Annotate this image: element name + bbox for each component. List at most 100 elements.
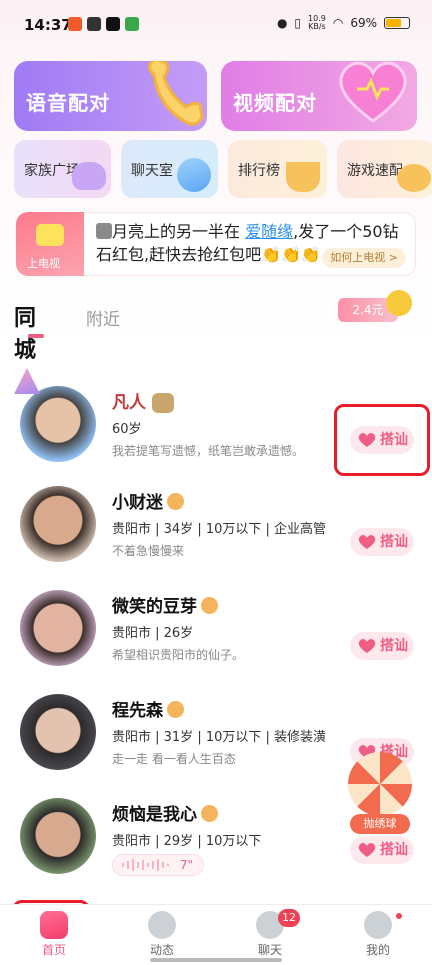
chat-room-card[interactable]: 聊天室 xyxy=(121,140,218,198)
heart-icon xyxy=(358,535,376,549)
profile-icon xyxy=(364,911,392,939)
voice-duration: 7" xyxy=(179,858,193,872)
verified-badge-icon xyxy=(201,804,218,822)
bottom-nav: 首页 动态 12 聊天 我的 xyxy=(0,904,432,964)
user-age: 60岁 xyxy=(112,422,142,437)
user-info: 贵阳市 | 29岁 | 10万以下 xyxy=(112,834,262,849)
heart-icon xyxy=(358,843,376,857)
user-info: 贵阳市 | 34岁 | 10万以下 | 企业高管 xyxy=(112,522,327,537)
nav-chat[interactable]: 12 聊天 xyxy=(216,905,324,965)
gesture-bar xyxy=(150,958,282,962)
user-info: 贵阳市 | 26岁 xyxy=(112,626,194,641)
party-hat-icon xyxy=(14,368,40,394)
app-notification-icon xyxy=(125,17,139,31)
battery-icon xyxy=(384,17,410,29)
coin-icon xyxy=(386,290,412,316)
embroidered-ball-icon xyxy=(348,752,412,816)
phone-icon xyxy=(148,61,204,126)
user-info: 贵阳市 | 31岁 | 10万以下 | 装修装潢 xyxy=(112,730,327,745)
user-name: 程先森 xyxy=(112,696,184,721)
greet-button[interactable]: 搭讪 xyxy=(350,836,414,864)
tab-indicator xyxy=(28,334,44,338)
tv-icon xyxy=(36,224,64,246)
chat-room-label: 聊天室 xyxy=(131,163,173,179)
avatar[interactable] xyxy=(20,694,96,770)
vip-badge-icon xyxy=(152,393,174,413)
sender-avatar xyxy=(96,223,112,239)
user-name: 烦恼是我心 xyxy=(112,800,218,825)
location-icon: ● xyxy=(276,16,288,30)
nav-moments[interactable]: 动态 xyxy=(108,905,216,965)
tab-nearby[interactable]: 附近 xyxy=(86,305,120,330)
user-bio: 走一走 看一看人生百态 xyxy=(112,752,236,766)
tab-same-city[interactable]: 同城 xyxy=(14,300,36,364)
greet-button[interactable]: 搭讪 xyxy=(350,632,414,660)
vibrate-icon: ▯ xyxy=(294,16,302,30)
waveform-icon xyxy=(122,859,169,871)
nav-mine-label: 我的 xyxy=(365,943,390,957)
app-notification-icon xyxy=(87,17,101,31)
avatar[interactable] xyxy=(20,590,96,666)
notification-dot xyxy=(394,911,404,921)
voice-match-label: 语音配对 xyxy=(26,91,110,115)
nav-home[interactable]: 首页 xyxy=(0,905,108,965)
verified-badge-icon xyxy=(167,700,184,718)
greet-label: 搭讪 xyxy=(380,534,408,550)
list-item[interactable]: 微笑的豆芽 贵阳市 | 26岁 希望相识贵阳市的仙子。 搭讪 xyxy=(0,576,432,680)
game-match-label: 游戏速配 xyxy=(347,163,403,179)
app-notification-icon xyxy=(68,17,82,31)
red-packet-reward[interactable]: 2.4元 xyxy=(338,290,414,324)
nav-moments-label: 动态 xyxy=(149,943,174,957)
battery-percent: 69% xyxy=(350,16,377,30)
user-bio: 不着急慢慢来 xyxy=(112,544,185,558)
tv-label: 上电视 xyxy=(27,257,60,270)
greet-label: 搭讪 xyxy=(380,638,408,654)
video-match-label: 视频配对 xyxy=(233,91,317,115)
trophy-icon xyxy=(286,162,320,192)
status-right: ● ▯ 10.9 KB/s ◠ 69% xyxy=(277,15,410,31)
sender-link[interactable]: 爱随缘 xyxy=(245,222,293,241)
verified-badge-icon xyxy=(201,596,218,614)
chat-unread-badge: 12 xyxy=(278,909,300,927)
nav-mine[interactable]: 我的 xyxy=(324,905,432,965)
avatar[interactable] xyxy=(20,386,96,462)
user-name: 微笑的豆芽 xyxy=(112,592,218,617)
video-match-card[interactable]: 视频配对 xyxy=(221,61,417,131)
family-square-card[interactable]: 家族广场 xyxy=(14,140,111,198)
avatar[interactable] xyxy=(20,798,96,874)
user-name: 凡人 xyxy=(112,388,174,413)
wifi-icon: ◠ xyxy=(332,16,344,30)
home-icon xyxy=(40,911,68,939)
avatar[interactable] xyxy=(20,486,96,562)
planet-icon xyxy=(177,158,211,192)
gamepad-icon xyxy=(397,164,431,192)
heart-icon xyxy=(339,61,407,123)
voice-intro[interactable]: 7" xyxy=(112,854,204,876)
ghost-icon xyxy=(72,162,106,190)
tiktok-icon xyxy=(106,17,120,31)
nav-chat-label: 聊天 xyxy=(257,943,282,957)
verified-badge-icon xyxy=(167,492,184,510)
greet-button[interactable]: 搭讪 xyxy=(350,528,414,556)
status-bar: 14:37 ● ▯ 10.9 KB/s ◠ 69% xyxy=(0,0,432,48)
network-speed: 10.9 KB/s xyxy=(308,14,326,31)
highlight-greet-box xyxy=(334,404,430,476)
throw-ball-button[interactable]: 抛绣球 xyxy=(346,752,414,838)
user-bio: 我若提笔写遗憾，纸笔岂敢承遗憾。 xyxy=(112,444,305,458)
tv-broadcast-banner[interactable]: 上电视 月亮上的另一半在 爱随缘,发了一个50钻石红包,赶快去抢红包吧👏👏👏 如… xyxy=(16,212,416,276)
list-item[interactable]: 小财迷 贵阳市 | 34岁 | 10万以下 | 企业高管 不着急慢慢来 搭讪 xyxy=(0,472,432,576)
moments-icon xyxy=(148,911,176,939)
nav-home-label: 首页 xyxy=(41,943,66,957)
voice-match-card[interactable]: 语音配对 xyxy=(14,61,207,131)
greet-label: 搭讪 xyxy=(380,842,408,858)
how-to-tv-button[interactable]: 如何上电视 > xyxy=(322,248,406,268)
notification-icons xyxy=(68,17,139,31)
game-match-card[interactable]: 游戏速配 xyxy=(337,140,432,198)
message-text: 月亮上的另一半在 xyxy=(112,222,246,241)
user-bio: 希望相识贵阳市的仙子。 xyxy=(112,648,245,662)
tv-badge: 上电视 xyxy=(16,212,84,276)
status-time: 14:37 xyxy=(24,16,72,34)
throw-ball-label: 抛绣球 xyxy=(350,814,410,834)
leaderboard-card[interactable]: 排行榜 xyxy=(228,140,327,198)
heart-icon xyxy=(358,639,376,653)
